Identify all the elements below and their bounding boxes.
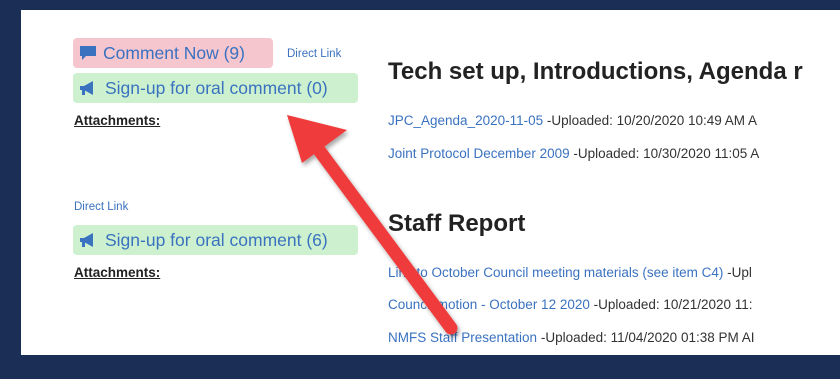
attachment-meta: -Uploaded: 10/30/2020 11:05 A — [569, 146, 760, 161]
agenda-content: Comment Now (9) Direct Link Sign-up for … — [21, 10, 840, 355]
attachment-link[interactable]: Joint Protocol December 2009 — [388, 146, 570, 161]
attachment-link[interactable]: NMFS Staff Presentation — [388, 330, 537, 345]
attachment-link[interactable]: Council motion - October 12 2020 — [388, 297, 590, 312]
comment-now-label: Comment Now (9) — [103, 42, 245, 63]
attachment-link[interactable]: JPC_Agenda_2020-11-05 — [388, 113, 543, 128]
attachment-row: NMFS Staff Presentation -Uploaded: 11/04… — [388, 330, 754, 345]
signup-label: Sign-up for oral comment (0) — [105, 77, 328, 98]
comment-now-button[interactable]: Comment Now (9) — [73, 38, 273, 68]
attachment-meta: -Uploaded: 10/20/2020 10:49 AM A — [543, 113, 758, 128]
signup-label: Sign-up for oral comment (6) — [105, 229, 328, 250]
attachment-row: JPC_Agenda_2020-11-05 -Uploaded: 10/20/2… — [388, 113, 757, 128]
attachment-row: Link to October Council meeting material… — [388, 265, 752, 280]
comment-icon — [79, 45, 97, 61]
megaphone-icon — [79, 232, 99, 248]
signup-oral-comment-button[interactable]: Sign-up for oral comment (0) — [73, 73, 358, 103]
attachment-link[interactable]: Link to October Council meeting material… — [388, 265, 723, 280]
direct-link[interactable]: Direct Link — [287, 48, 341, 60]
attachments-label: Attachments: — [74, 265, 161, 280]
agenda-item-title: Tech set up, Introductions, Agenda r — [388, 58, 803, 85]
attachment-row: Council motion - October 12 2020 -Upload… — [388, 297, 753, 312]
direct-link[interactable]: Direct Link — [74, 201, 128, 213]
agenda-item-title: Staff Report — [388, 210, 526, 237]
attachment-meta: -Uploaded: 10/21/2020 11: — [589, 297, 753, 312]
signup-oral-comment-button[interactable]: Sign-up for oral comment (6) — [73, 225, 358, 255]
megaphone-icon — [79, 80, 99, 96]
attachments-label: Attachments: — [74, 113, 161, 128]
attachment-meta: -Uploaded: 11/04/2020 01:38 PM AI — [537, 330, 755, 345]
attachment-row: Joint Protocol December 2009 -Uploaded: … — [388, 146, 759, 161]
attachment-meta: -Upl — [723, 265, 752, 280]
